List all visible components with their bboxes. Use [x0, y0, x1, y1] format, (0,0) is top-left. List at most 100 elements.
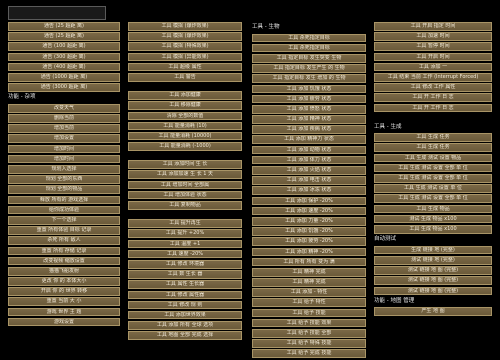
debug-action-button[interactable]: 工具 修改 属性器 [128, 290, 242, 300]
search-input[interactable] [8, 6, 106, 20]
debug-action-button[interactable]: 工具 给予 技能 效果 [252, 318, 366, 328]
debug-action-button[interactable]: 工具 能量消耗 (10) [128, 121, 242, 131]
debug-action-button[interactable]: 工具 超级 属性 [128, 62, 242, 72]
debug-action-button[interactable]: 游戏 世界 主 题 [8, 307, 120, 317]
debug-action-button[interactable]: 杀死 所有 敌人 [8, 236, 120, 245]
debug-action-button[interactable]: 工具 指定目标 发生产生 的 生物 [252, 64, 366, 73]
debug-action-button[interactable]: 工具 生成 测试 设置 单 位 [374, 184, 492, 193]
debug-action-button[interactable]: 工具 结束 当前 工作 (Interrupt Forced) [374, 72, 492, 82]
debug-action-button[interactable]: 工具 提升 +20% [128, 229, 242, 238]
debug-action-button[interactable]: 工具 添加 饥饿 -20% [252, 227, 366, 236]
debug-action-button[interactable]: 工具 杀死指定目标 [252, 43, 366, 53]
debug-action-button[interactable]: 工具 给予 特性 [252, 298, 366, 308]
debug-action-button[interactable]: 增加设置 [8, 134, 120, 144]
debug-action-button[interactable]: 规划 全部的东西 [8, 175, 120, 184]
debug-action-button[interactable]: 通告 (400 超距 离) [8, 62, 120, 72]
debug-action-button[interactable]: 工具 添加世界效果 [128, 310, 242, 320]
debug-action-button[interactable]: 规划 全部的物品 [8, 185, 120, 194]
debug-action-button[interactable]: 工具 添加健康 [128, 91, 242, 100]
debug-action-button[interactable]: 工具 移除健康 [128, 101, 242, 110]
debug-action-button[interactable]: 工具 加速 时间 [374, 32, 492, 41]
debug-action-button[interactable]: 工具 添加 疲劳 -20% [252, 237, 366, 246]
debug-action-button[interactable]: 工具 添加 动物 状态 [252, 145, 366, 155]
debug-action-button[interactable]: 工具 添加 疲劳 状态 [252, 94, 366, 104]
debug-action-button[interactable]: 工具 速度 -20% [128, 249, 242, 259]
debug-action-button[interactable]: 工具 添加加速 生 长 1 天 [128, 170, 242, 180]
debug-action-button[interactable]: 工具 添加 力量 -20% [252, 216, 366, 226]
debug-action-button[interactable]: 工具 添加 电击 状态 [252, 176, 366, 185]
debug-action-button[interactable]: 释放 所有的 游戏选择 [8, 195, 120, 205]
debug-action-button[interactable]: 重置 当前 大 小 [8, 297, 120, 307]
debug-action-button[interactable]: 开启 你 的 世界 转移 [8, 287, 120, 296]
debug-action-button[interactable]: 游戏设置 [8, 317, 120, 327]
debug-action-button[interactable]: 工具 增加时间 全部属 [128, 180, 242, 190]
debug-action-button[interactable]: 工具 添加 - 特性 [252, 288, 366, 297]
debug-action-button[interactable]: 工具 开 工作 日 志 [374, 93, 492, 102]
debug-action-button[interactable]: 工具 添加 体力 状态 [252, 155, 366, 165]
debug-action-button[interactable]: 工具 开启 时间 [374, 52, 492, 62]
debug-action-button[interactable]: 通告 (25 超距 离) [8, 32, 120, 41]
debug-action-button[interactable]: 工具 开 工作 日 志 [374, 103, 492, 113]
debug-action-button[interactable]: 工具 精神 完成 [252, 267, 366, 277]
debug-action-button[interactable]: 工具 生成 物品 [374, 204, 492, 214]
debug-action-button[interactable]: 工具 暂停 时间 [374, 42, 492, 51]
debug-action-button[interactable]: 工具 修改 工作 属性 [374, 83, 492, 92]
debug-action-button[interactable]: 删除当前 [8, 114, 120, 123]
debug-action-button[interactable]: 工具 添加 精神力 状态 [252, 135, 366, 145]
debug-action-button[interactable]: 工具 添加 精神 -20% [252, 247, 366, 257]
debug-action-button[interactable]: 工具 警告 [128, 72, 242, 82]
debug-action-button[interactable]: 增加当前 [8, 124, 120, 133]
debug-action-button[interactable]: 工具 模拟 (特殊效果) [128, 42, 242, 51]
debug-action-button[interactable]: 工具 添加 一 [374, 62, 492, 72]
debug-action-button[interactable]: 工具 生成 测试 设置 全部 单 位 [374, 174, 492, 183]
debug-action-button[interactable]: 工具 所有 所有 变为 满 [252, 257, 366, 267]
debug-action-button[interactable]: 增加时间 [8, 154, 120, 164]
debug-action-button[interactable]: 测试 链接 地 (完整) [374, 255, 492, 265]
debug-action-button[interactable]: 工具 生成 任务 [374, 143, 492, 153]
debug-action-button[interactable]: 生成 链接 地 (完整) [374, 245, 492, 255]
debug-action-button[interactable]: 工具 给予 特殊 技能 [252, 339, 366, 348]
debug-action-button[interactable]: 工具 数 生长 器 [128, 270, 242, 279]
debug-action-button[interactable]: 重置 所有 存储 记录 [8, 246, 120, 256]
debug-action-button[interactable]: 通告 (3000 超距 离) [8, 83, 120, 92]
debug-action-button[interactable]: 工具 修改 规 则 [128, 300, 242, 310]
debug-action-button[interactable]: 工具 地图 全部 完成 选择 [128, 331, 242, 340]
debug-action-button[interactable]: 工具 添加 火焰 状态 [252, 166, 366, 175]
debug-action-button[interactable]: 工具 添加 精神 状态 [252, 115, 366, 124]
debug-action-button[interactable]: 改变天气 [8, 103, 120, 113]
debug-action-button[interactable]: 工具 精神 完成 [252, 278, 366, 287]
debug-action-button[interactable]: 工具 杀死指定目标 [252, 33, 366, 43]
debug-action-button[interactable]: 改变视频 缩放设置 [8, 256, 120, 266]
debug-action-button[interactable]: 工具 模拟 (爆炸效果) [128, 22, 242, 31]
debug-action-button[interactable]: 清除 全部的数值 [128, 111, 242, 121]
debug-action-button[interactable]: 猫猫飞船发射 [8, 266, 120, 276]
debug-action-button[interactable]: 工具 添加 速度 -20% [252, 206, 366, 216]
debug-action-button[interactable]: 工具 修改 环境器 [128, 259, 242, 269]
debug-action-button[interactable]: 给你成功体验 [8, 205, 120, 215]
debug-action-button[interactable]: 工具 添加 所有 全球 选项 [128, 321, 242, 330]
debug-action-button[interactable]: 测试 生成 物品 x100 [374, 214, 492, 224]
debug-action-button[interactable]: 工具 添加 饥饿 状态 [252, 84, 366, 94]
debug-action-button[interactable]: 工具 温度 +1 [128, 239, 242, 249]
debug-action-button[interactable]: 重置 所有体验 目标 记录 [8, 226, 120, 235]
debug-action-button[interactable]: 工具 添加 愤怒 状态 [252, 104, 366, 114]
debug-action-button[interactable]: 工具 生成 物品 x100 [374, 224, 492, 234]
debug-action-button[interactable]: 工具 给予 技能 全部 [252, 329, 366, 338]
debug-action-button[interactable]: 工具 添加时间 生 长 [128, 160, 242, 169]
debug-action-button[interactable]: 通告 (25 超距 离) [8, 22, 120, 31]
debug-action-button[interactable]: 测试 链接 地 图 (完整) [374, 266, 492, 275]
debug-action-button[interactable]: 工具 指定目标 发生突变 生物 [252, 53, 366, 63]
debug-action-button[interactable]: 工具 指定目标 发生 增加 的 生物 [252, 74, 366, 83]
debug-action-button[interactable]: 产生 地 图 [374, 307, 492, 316]
debug-action-button[interactable]: 工具 生成 测试 设置 全部 单 位 [374, 194, 492, 203]
debug-action-button[interactable]: 通告 (100 超距 离) [8, 42, 120, 51]
debug-action-button[interactable]: 工具 添加 冰冻 状态 [252, 186, 366, 195]
debug-action-button[interactable]: 工具 能量消耗 (-1000) [128, 142, 242, 151]
debug-action-button[interactable]: 下一个选择 [8, 215, 120, 225]
debug-action-button[interactable]: 工具 生成 测试 设置 全部 单 位 [374, 163, 492, 173]
debug-action-button[interactable]: 工具 生成 测试 设置 物品 [374, 153, 492, 163]
debug-action-button[interactable]: 工具 复制物品 [128, 201, 242, 210]
debug-action-button[interactable]: 工具 提升再生 [128, 219, 242, 228]
debug-action-button[interactable]: 工具 模拟 (异能效果) [128, 52, 242, 62]
debug-action-button[interactable]: 通告 (1000 超距 离) [8, 72, 120, 82]
